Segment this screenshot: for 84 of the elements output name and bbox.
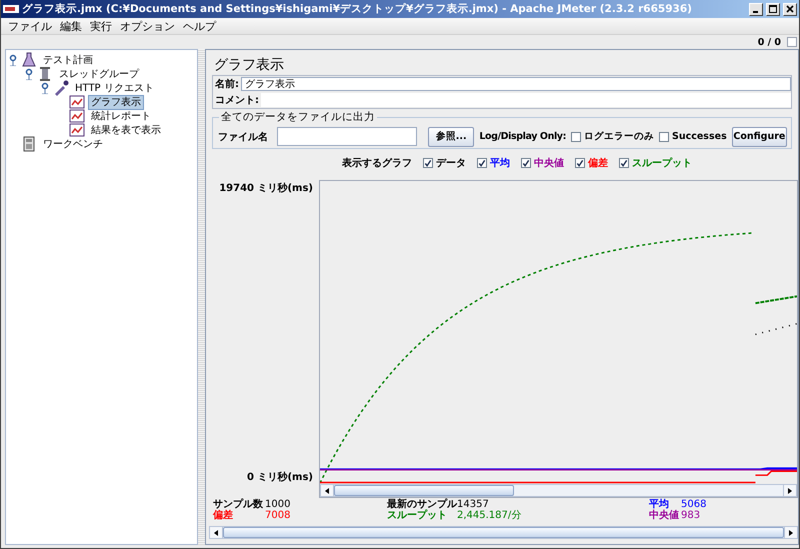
left-arrow-icon — [214, 530, 218, 536]
tree-handle-icon[interactable] — [24, 68, 34, 80]
configure-button[interactable]: Configure — [732, 126, 787, 146]
checkbox[interactable] — [619, 158, 629, 168]
right-arrow-icon — [789, 530, 793, 536]
group-title: 全てのデータをファイルに出力 — [219, 111, 377, 123]
flask-icon — [21, 52, 37, 68]
menu-item[interactable]: オプション — [116, 18, 179, 34]
thread-counter: 0 / 0 — [758, 36, 781, 48]
checkbox-label: 平均 — [490, 156, 510, 170]
field-label: ファイル名 — [218, 130, 268, 144]
graph-window-icon — [69, 94, 85, 110]
checkbox-label: Successes — [672, 131, 727, 142]
menu-item[interactable]: 実行 — [86, 18, 116, 34]
scroll-left-button[interactable] — [321, 485, 334, 496]
graph-window-icon — [69, 108, 85, 124]
horizontal-scrollbar[interactable] — [320, 484, 797, 497]
tree-item[interactable]: 統計レポート — [88, 108, 154, 124]
scrollbar-thumb[interactable] — [334, 485, 514, 496]
stat-value: 2,445.187/分 — [457, 510, 522, 521]
field-label: 名前: — [214, 78, 240, 91]
checkbox-label: データ — [436, 157, 466, 170]
clipboard-icon — [21, 136, 37, 152]
stat-value: 1000 — [265, 499, 292, 510]
scroll-left-button[interactable] — [210, 527, 223, 538]
stat-value: 7008 — [265, 510, 292, 521]
spool-icon — [37, 66, 53, 82]
close-icon — [786, 5, 794, 13]
stat-value: 5068 — [681, 499, 708, 510]
checkbox-label: 中央値 — [534, 156, 564, 170]
checkbox-label: スループット — [632, 156, 692, 170]
maximize-button[interactable] — [766, 2, 780, 16]
checkbox[interactable] — [477, 158, 487, 168]
menu-item[interactable]: 編集 — [56, 18, 86, 34]
axis-label: 19740 ミリ秒(ms) — [219, 182, 313, 195]
tree-item[interactable]: テスト計画 — [40, 52, 96, 68]
name-field[interactable]: グラフ表示 — [241, 77, 791, 91]
checkbox[interactable] — [521, 158, 531, 168]
axis-label: 0 ミリ秒(ms) — [247, 470, 313, 484]
checkbox[interactable] — [659, 132, 669, 142]
checkbox[interactable] — [571, 132, 581, 142]
checkbox[interactable] — [575, 158, 585, 168]
checkbox-label: ログエラーのみ — [584, 130, 654, 143]
minimize-button[interactable] — [749, 2, 763, 16]
stat-label: 最新のサンプル — [387, 499, 457, 510]
scroll-right-button[interactable] — [783, 485, 796, 496]
close-button[interactable] — [783, 2, 797, 16]
tree-item[interactable]: スレッドグループ — [56, 66, 142, 82]
filename-field[interactable] — [277, 127, 417, 146]
browse-button[interactable]: 参照... — [428, 126, 474, 146]
tree-item[interactable]: 結果を表で表示 — [88, 122, 164, 138]
tree-item[interactable]: グラフ表示 — [88, 94, 144, 110]
menu-item[interactable]: ヘルプ — [179, 18, 220, 34]
comment-field[interactable] — [261, 93, 791, 107]
stat-label: サンプル数 — [213, 499, 264, 510]
pipette-icon — [53, 80, 69, 96]
maximize-icon — [769, 5, 777, 13]
right-arrow-icon — [788, 488, 792, 494]
app-icon — [3, 3, 19, 15]
scrollbar-thumb[interactable] — [223, 527, 784, 538]
stat-label: スループット — [387, 510, 448, 521]
tree-item[interactable]: HTTP リクエスト — [72, 80, 157, 96]
field-label: コメント: — [214, 94, 260, 107]
stat-label: 中央値 — [649, 510, 680, 521]
menu-item[interactable]: ファイル — [4, 18, 56, 34]
panel-title: グラフ表示 — [214, 56, 285, 75]
horizontal-scrollbar[interactable] — [209, 526, 798, 539]
left-arrow-icon — [325, 488, 329, 494]
graphs-label: 表示するグラフ — [342, 156, 412, 170]
stat-label: 偏差 — [213, 510, 234, 521]
stat-value: 983 — [681, 510, 702, 521]
stat-label: 平均 — [649, 499, 669, 510]
tree-handle-icon[interactable] — [8, 54, 18, 66]
checkbox[interactable] — [423, 158, 433, 168]
stat-value: 14357 — [457, 499, 490, 510]
graph-window-icon — [69, 122, 85, 138]
scroll-right-button[interactable] — [784, 527, 797, 538]
tree-handle-icon[interactable] — [40, 82, 50, 94]
window-title: グラフ表示.jmx (C:¥Documents and Settings¥ishigami¥デスクトップ¥グラフ表示.jmx) - Apache JMeter (2.3.2 r665936) — [22, 2, 693, 16]
data-points — [755, 323, 797, 336]
tree-item[interactable]: ワークベンチ — [40, 136, 106, 152]
checkbox-label: 偏差 — [588, 156, 608, 170]
option-label: Log/Display Only: — [479, 131, 566, 142]
status-indicator-icon — [787, 37, 797, 47]
